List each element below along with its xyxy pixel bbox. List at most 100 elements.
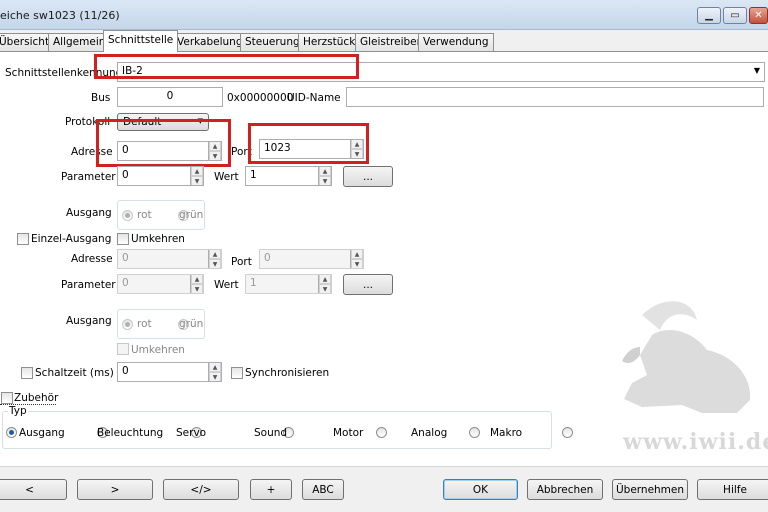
sync-checkbox[interactable]	[231, 367, 243, 379]
close-button[interactable]: ✕	[749, 7, 768, 24]
switch-time-input[interactable]: 0 ▲ ▼	[117, 362, 222, 382]
spin-down-icon: ▼	[351, 259, 363, 268]
single-address-input[interactable]: 0 ▲ ▼	[117, 249, 222, 269]
apply-button[interactable]: Übernehmen	[612, 479, 688, 500]
sync-label: Synchronisieren	[245, 367, 330, 379]
single-port-input[interactable]: 0 ▲ ▼	[259, 249, 364, 269]
parameter-input[interactable]: 0 ▲ ▼	[117, 166, 204, 186]
bus-label: Bus	[91, 92, 111, 104]
next-button[interactable]: >	[77, 479, 153, 500]
radio2-rot[interactable]	[122, 319, 133, 330]
abc-button[interactable]: ABC	[302, 479, 344, 500]
spin-up-icon: ▲	[319, 275, 331, 284]
single-value-spinner[interactable]: ▲ ▼	[318, 275, 331, 293]
single-value-label: Wert	[214, 279, 239, 291]
tab-verkabelung[interactable]: Verkabelung	[172, 33, 248, 51]
invert-label: Umkehren	[131, 233, 185, 245]
value-value: 1	[250, 169, 257, 181]
output-radio-group: rot grün	[117, 200, 205, 230]
radio-analog-label: Analog	[411, 427, 448, 439]
tab-gleistreiber[interactable]: Gleistreiber	[355, 33, 426, 51]
radio-makro[interactable]	[562, 427, 574, 438]
single-value-value: 1	[250, 277, 257, 289]
prev-button[interactable]: <	[0, 479, 67, 500]
plus-button[interactable]: +	[250, 479, 292, 500]
single-port-value: 0	[264, 252, 271, 264]
radio-ausgang-label: Ausgang	[19, 427, 65, 439]
spin-down-icon: ▼	[209, 372, 221, 381]
tab-uebersicht[interactable]: Übersicht	[0, 33, 55, 51]
single-port-label: Port	[231, 256, 252, 268]
single-parameter-label: Parameter	[61, 279, 116, 291]
single-ellipsis-button[interactable]: ...	[343, 274, 393, 295]
type-label: Typ	[8, 405, 28, 417]
single-output-checkbox[interactable]	[17, 233, 29, 245]
maximize-icon: ▭	[730, 10, 740, 21]
spin-up-icon: ▲	[319, 167, 331, 176]
value-input[interactable]: 1 ▲ ▼	[245, 166, 332, 186]
switch-time-checkbox[interactable]	[21, 367, 33, 379]
uid-input[interactable]	[346, 87, 764, 107]
code-button[interactable]: </>	[163, 479, 239, 500]
spin-up-icon: ▲	[351, 250, 363, 259]
spin-up-icon: ▲	[209, 363, 221, 372]
tab-schnittstelle[interactable]: Schnittstelle	[103, 30, 179, 52]
title-bar: eiche sw1023 (11/26) ▁ ▭ ✕	[0, 0, 768, 30]
parameter-label: Parameter	[61, 171, 116, 183]
single-value-input[interactable]: 1 ▲ ▼	[245, 274, 332, 294]
highlight-box-port	[248, 123, 369, 164]
radio2-rot-label: rot	[137, 318, 152, 330]
output2-radio-group: rot grün	[117, 309, 205, 339]
radio-sound-label: Sound	[254, 427, 288, 439]
single-parameter-spinner[interactable]: ▲ ▼	[190, 275, 203, 293]
output-label: Ausgang	[66, 207, 112, 219]
radio-rot-label: rot	[137, 209, 152, 221]
output2-label: Ausgang	[66, 315, 112, 327]
radio-rot[interactable]	[122, 210, 133, 221]
radio-beleuchtung-label: Beleuchtung	[97, 427, 164, 439]
invert-checkbox[interactable]	[117, 233, 129, 245]
bus-value: 0	[166, 90, 174, 102]
window-title: eiche sw1023 (11/26)	[0, 9, 120, 22]
single-parameter-input[interactable]: 0 ▲ ▼	[117, 274, 204, 294]
minimize-icon: ▁	[705, 10, 713, 21]
help-button[interactable]: Hilfe	[697, 479, 768, 500]
accessory-checkbox[interactable]	[1, 392, 13, 404]
highlight-box-address	[96, 119, 231, 167]
spin-up-icon: ▲	[191, 275, 203, 284]
tab-herzstueck[interactable]: Herzstück	[298, 33, 361, 51]
bus-input[interactable]: 0	[117, 87, 223, 107]
radio-makro-label: Makro	[490, 427, 523, 439]
radio-servo-label: Servo	[176, 427, 207, 439]
maximize-button[interactable]: ▭	[723, 7, 747, 24]
radio-ausgang[interactable]	[6, 427, 17, 438]
switch-time-value: 0	[122, 365, 129, 377]
value-spinner[interactable]: ▲ ▼	[318, 167, 331, 185]
cancel-button[interactable]: Abbrechen	[527, 479, 603, 500]
switch-time-spinner[interactable]: ▲ ▼	[208, 363, 221, 381]
tab-verwendung[interactable]: Verwendung	[418, 33, 494, 51]
spin-down-icon: ▼	[319, 176, 331, 185]
ok-button[interactable]: OK	[443, 479, 518, 500]
parameter-ellipsis-button[interactable]: ...	[343, 166, 393, 187]
parameter-spinner[interactable]: ▲ ▼	[190, 167, 203, 185]
single-address-spinner[interactable]: ▲ ▼	[208, 250, 221, 268]
spin-down-icon: ▼	[209, 259, 221, 268]
single-address-value: 0	[122, 252, 129, 264]
radio2-gruen-label: grün	[179, 318, 204, 330]
spin-down-icon: ▼	[191, 176, 203, 185]
radio-analog[interactable]	[468, 427, 480, 438]
single-port-spinner[interactable]: ▲ ▼	[350, 250, 363, 268]
invert2-label: Umkehren	[131, 344, 185, 356]
spin-down-icon: ▼	[191, 284, 203, 293]
minimize-button[interactable]: ▁	[697, 7, 721, 24]
tab-steuerung[interactable]: Steuerung	[240, 33, 305, 51]
accessory-label: Zubehör	[14, 392, 59, 404]
single-parameter-value: 0	[122, 277, 129, 289]
radio-motor-label: Motor	[333, 427, 364, 439]
single-output-label: Einzel-Ausgang	[31, 233, 112, 245]
tab-allgemein[interactable]: Allgemein	[48, 33, 111, 51]
invert2-checkbox[interactable]	[117, 343, 129, 355]
spin-down-icon: ▼	[319, 284, 331, 293]
ibex-watermark-icon	[622, 301, 751, 413]
